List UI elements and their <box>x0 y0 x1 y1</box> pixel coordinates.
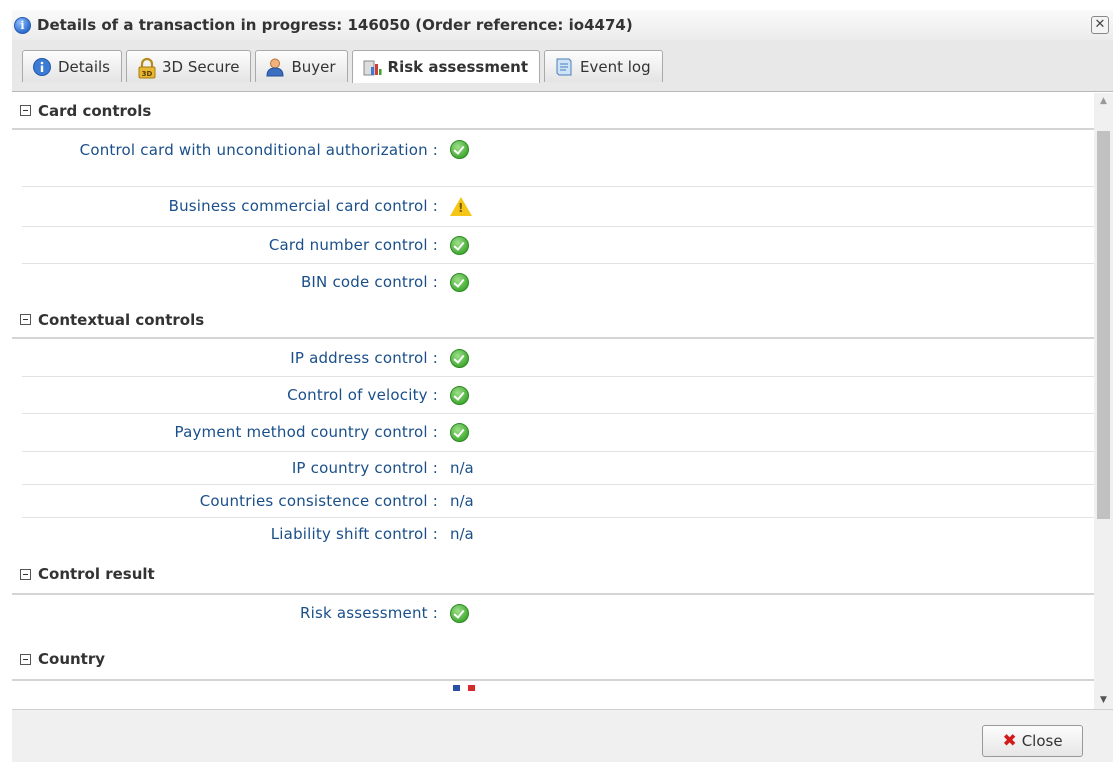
tab-label: Risk assessment <box>387 58 529 76</box>
padlock-3d-icon: 3D <box>136 57 156 78</box>
section-country[interactable]: Country <box>12 635 1094 681</box>
person-icon <box>265 57 285 77</box>
control-label: IP address control : <box>290 349 438 367</box>
section-title: Country <box>38 650 106 668</box>
tab-buyer[interactable]: Buyer <box>255 50 348 82</box>
check-icon <box>450 140 469 159</box>
section-control-result[interactable]: Control result <box>12 551 1094 595</box>
control-label: Control of velocity : <box>287 386 438 404</box>
control-label: Countries consistence control : <box>199 492 438 510</box>
section-contextual-controls[interactable]: Contextual controls <box>12 302 1094 339</box>
risk-assessment-panel: Card controls Control card with uncondit… <box>12 93 1094 709</box>
control-row: BIN code control : <box>22 264 1094 302</box>
scroll-down-arrow-icon[interactable]: ▼ <box>1094 692 1113 709</box>
control-value: n/a <box>450 492 474 510</box>
control-label: Card number control : <box>268 236 438 254</box>
tab-bar: Details 3D 3D Secure Buyer Risk assessme… <box>12 40 1113 92</box>
tab-label: Details <box>58 57 111 76</box>
control-label: Business commercial card control : <box>168 197 438 215</box>
collapse-icon[interactable] <box>20 653 31 665</box>
control-label: Risk assessment : <box>300 604 438 622</box>
section-title: Contextual controls <box>38 310 205 329</box>
chart-icon <box>362 57 382 77</box>
control-row: IP address control : <box>22 339 1094 377</box>
close-button[interactable]: ✖ Close <box>982 725 1083 757</box>
document-icon <box>554 57 574 77</box>
red-x-icon: ✖ <box>1002 731 1017 751</box>
warning-icon <box>450 197 472 216</box>
check-icon <box>450 236 469 255</box>
dialog-footer: ✖ Close <box>12 709 1113 762</box>
flag-icon <box>453 685 475 691</box>
control-row: Liability shift control : n/a <box>22 518 1094 551</box>
info-icon <box>32 57 52 77</box>
control-row: Risk assessment : <box>22 595 1094 635</box>
section-card-controls[interactable]: Card controls <box>12 93 1094 130</box>
tab-details[interactable]: Details <box>22 50 123 82</box>
control-label: BIN code control : <box>300 273 438 291</box>
scroll-up-arrow-icon[interactable]: ▲ <box>1094 93 1113 110</box>
scrollbar-thumb[interactable] <box>1097 131 1110 519</box>
collapse-icon[interactable] <box>20 314 31 325</box>
tab-label: Buyer <box>291 57 336 76</box>
control-row: Card number control : <box>22 227 1094 264</box>
tab-label: Event log <box>580 57 651 76</box>
tab-3d-secure[interactable]: 3D 3D Secure <box>126 50 252 82</box>
control-row: Control card with unconditional authoriz… <box>22 130 1094 187</box>
check-icon <box>450 604 469 623</box>
country-row <box>12 681 1094 691</box>
info-icon: i <box>14 16 31 34</box>
close-icon[interactable]: ✕ <box>1091 16 1109 34</box>
tab-risk-assessment[interactable]: Risk assessment <box>351 50 541 83</box>
tab-label: 3D Secure <box>162 57 240 76</box>
control-value: n/a <box>450 459 474 477</box>
control-row: Countries consistence control : n/a <box>22 485 1094 518</box>
tab-event-log[interactable]: Event log <box>544 50 663 82</box>
control-row: Business commercial card control : <box>22 187 1094 227</box>
dialog-title: Details of a transaction in progress: 14… <box>37 16 633 34</box>
section-title: Card controls <box>38 101 152 120</box>
vertical-scrollbar[interactable]: ▲ ▼ <box>1094 93 1113 709</box>
dialog-title-bar: i Details of a transaction in progress: … <box>12 10 1113 40</box>
control-row: Control of velocity : <box>22 377 1094 414</box>
check-icon <box>450 273 469 292</box>
collapse-icon[interactable] <box>20 568 31 580</box>
control-row: IP country control : n/a <box>22 452 1094 485</box>
check-icon <box>450 349 469 368</box>
check-icon <box>450 386 469 405</box>
collapse-icon[interactable] <box>20 105 31 116</box>
control-row: Payment method country control : <box>22 414 1094 452</box>
control-label: Payment method country control : <box>174 423 438 441</box>
control-label: Control card with unconditional authoriz… <box>79 141 438 159</box>
svg-text:3D: 3D <box>142 70 153 78</box>
control-label: IP country control : <box>291 459 438 477</box>
section-title: Control result <box>38 565 155 583</box>
control-label: Liability shift control : <box>270 525 438 543</box>
check-icon <box>450 423 469 442</box>
close-button-label: Close <box>1021 732 1063 750</box>
control-value: n/a <box>450 525 474 543</box>
